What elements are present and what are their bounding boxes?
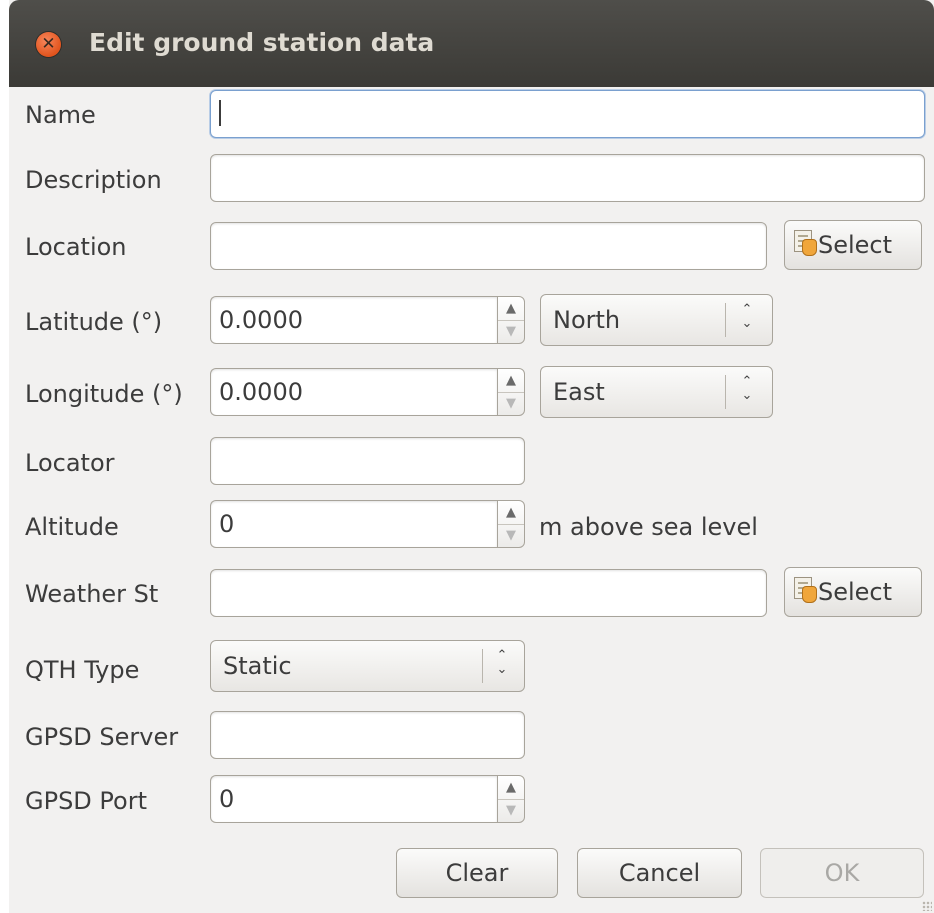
window-title: Edit ground station data — [89, 28, 435, 57]
document-hand-icon — [794, 230, 817, 256]
longitude-label: Longitude (°) — [25, 380, 183, 408]
arrow-up-icon[interactable]: ▲ — [498, 297, 524, 321]
location-select-button[interactable]: Select — [784, 220, 922, 270]
description-input[interactable] — [210, 154, 925, 202]
longitude-direction-select[interactable]: East ⌃ ⌄ — [540, 366, 773, 418]
locator-input[interactable] — [210, 437, 525, 485]
text-caret — [219, 100, 221, 126]
resize-grip[interactable] — [922, 901, 932, 911]
combo-separator — [725, 375, 726, 409]
name-input[interactable] — [210, 90, 925, 138]
arrow-up-icon[interactable]: ▲ — [498, 776, 524, 800]
weather-select-button[interactable]: Select — [784, 567, 922, 617]
location-select-label: Select — [818, 231, 893, 259]
altitude-unit-label: m above sea level — [539, 513, 758, 541]
weather-select-label: Select — [818, 578, 893, 606]
latitude-direction-value: North — [553, 306, 621, 334]
locator-label: Locator — [25, 449, 115, 477]
weather-station-input[interactable] — [210, 569, 767, 617]
description-label: Description — [25, 166, 162, 194]
ok-button[interactable]: OK — [760, 848, 924, 898]
latitude-input[interactable]: 0.0000 — [210, 296, 497, 344]
latitude-spinner[interactable]: ▲ ▼ — [497, 296, 525, 344]
arrow-up-icon[interactable]: ▲ — [498, 501, 524, 525]
location-input[interactable] — [210, 222, 767, 270]
longitude-input[interactable]: 0.0000 — [210, 368, 497, 416]
gpsd-port-input[interactable]: 0 — [210, 775, 497, 823]
latitude-label: Latitude (°) — [25, 308, 163, 336]
gpsd-port-spinner[interactable]: ▲ ▼ — [497, 775, 525, 823]
altitude-spinner[interactable]: ▲ ▼ — [497, 500, 525, 548]
edit-ground-station-dialog: ✕ Edit ground station data Name Descript… — [9, 0, 934, 913]
qth-type-select[interactable]: Static ⌃ ⌄ — [210, 640, 525, 692]
gpsd-server-label: GPSD Server — [25, 723, 179, 751]
arrow-down-icon[interactable]: ▼ — [498, 524, 524, 547]
cancel-button[interactable]: Cancel — [577, 848, 742, 898]
arrow-down-icon[interactable]: ▼ — [498, 320, 524, 343]
altitude-input[interactable]: 0 — [210, 500, 497, 548]
longitude-spinner[interactable]: ▲ ▼ — [497, 368, 525, 416]
arrow-down-icon[interactable]: ▼ — [498, 392, 524, 415]
qth-type-label: QTH Type — [25, 656, 140, 684]
longitude-direction-value: East — [553, 378, 605, 406]
up-down-arrows-icon: ⌃ ⌄ — [496, 648, 508, 677]
location-label: Location — [25, 233, 127, 261]
close-icon[interactable]: ✕ — [36, 32, 61, 57]
combo-separator — [725, 303, 726, 337]
qth-type-value: Static — [223, 652, 292, 680]
weather-station-label: Weather St — [25, 580, 159, 608]
title-bar: ✕ Edit ground station data — [9, 0, 934, 87]
arrow-up-icon[interactable]: ▲ — [498, 369, 524, 393]
gpsd-port-label: GPSD Port — [25, 787, 147, 815]
up-down-arrows-icon: ⌃ ⌄ — [741, 374, 753, 403]
up-down-arrows-icon: ⌃ ⌄ — [741, 302, 753, 331]
latitude-direction-select[interactable]: North ⌃ ⌄ — [540, 294, 773, 346]
clear-button[interactable]: Clear — [396, 848, 558, 898]
combo-separator — [482, 649, 483, 683]
arrow-down-icon[interactable]: ▼ — [498, 799, 524, 822]
gpsd-server-input[interactable] — [210, 711, 525, 759]
name-label: Name — [25, 101, 96, 129]
document-hand-icon — [794, 577, 817, 603]
altitude-label: Altitude — [25, 513, 119, 541]
